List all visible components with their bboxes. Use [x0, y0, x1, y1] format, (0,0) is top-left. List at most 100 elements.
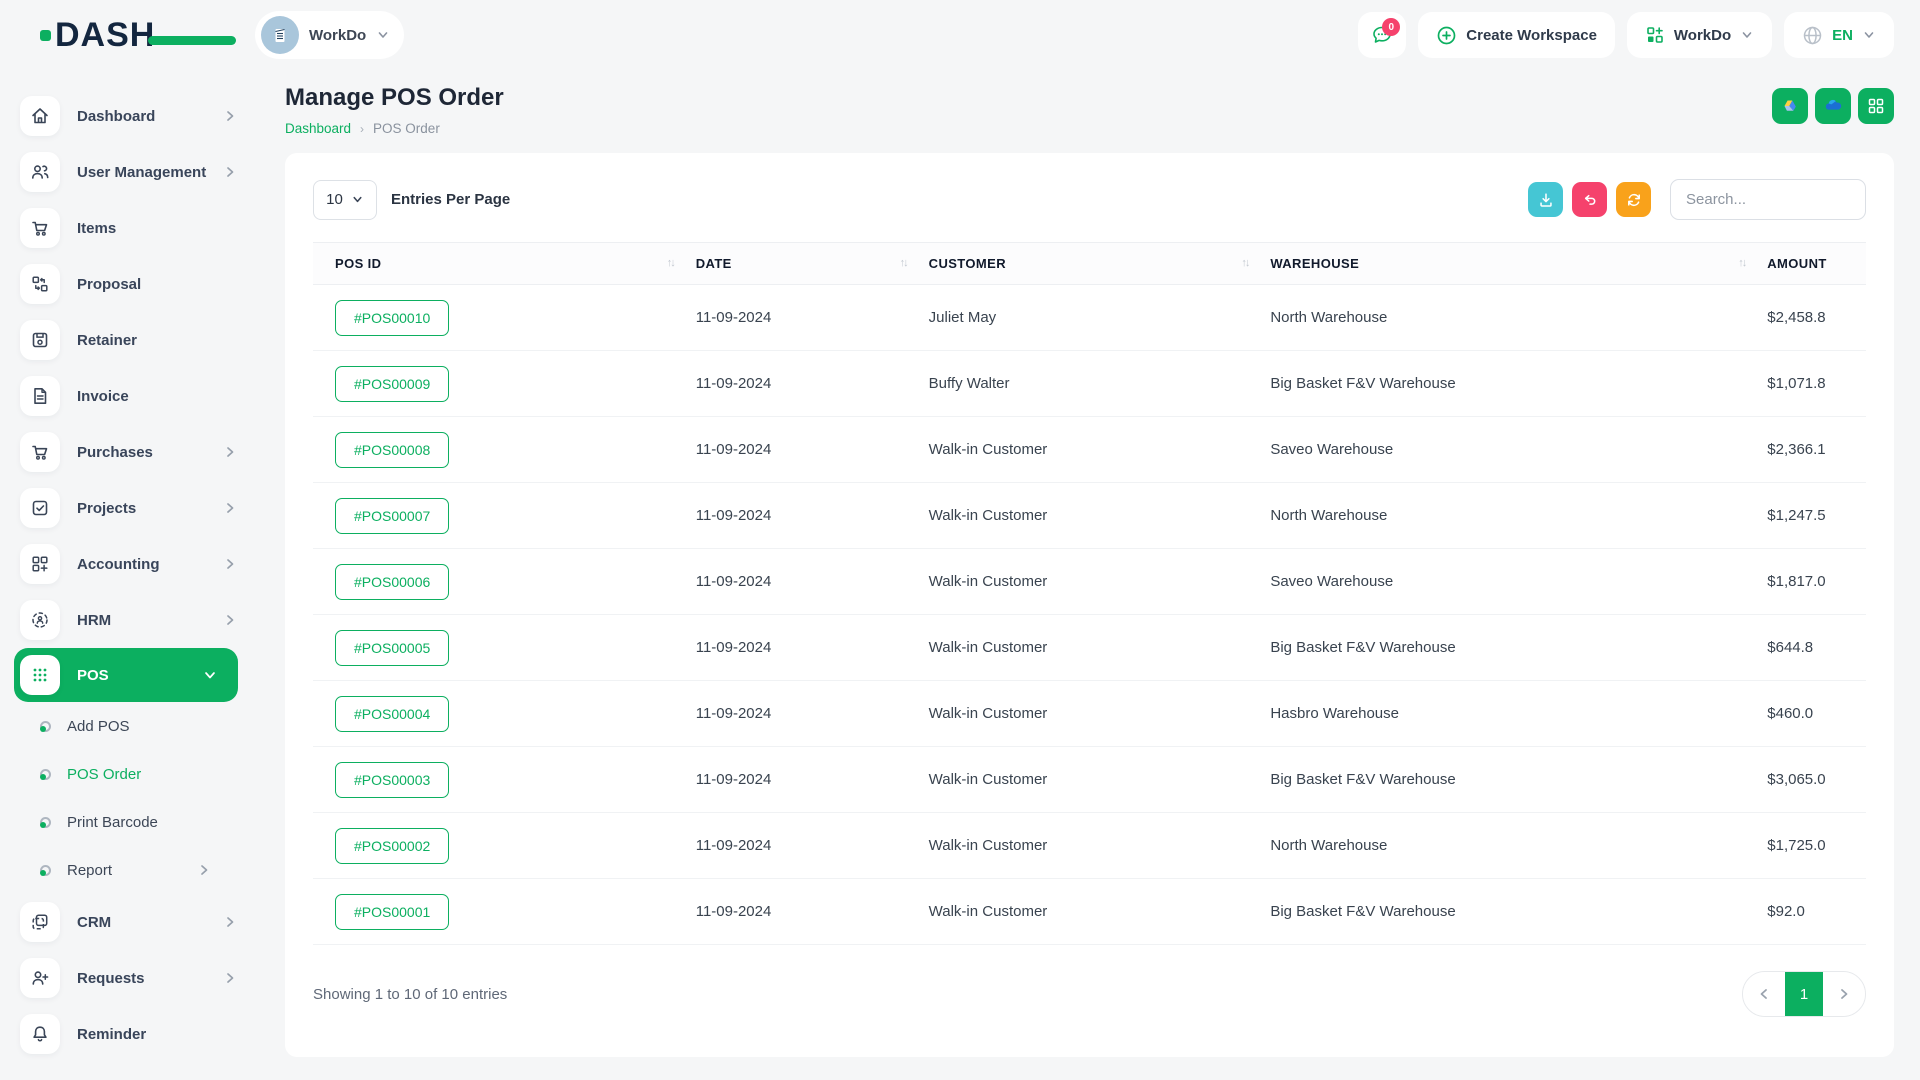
pos-id-badge[interactable]: #POS00001 — [335, 894, 449, 930]
pos-id-badge[interactable]: #POS00004 — [335, 696, 449, 732]
cell-date: 11-09-2024 — [686, 681, 919, 747]
google-drive-icon — [1780, 96, 1800, 116]
invoice-icon — [30, 386, 50, 406]
sidebar-item-invoice[interactable]: Invoice — [0, 368, 258, 424]
workspace-dropdown[interactable]: WorkDo — [1627, 12, 1772, 58]
next-page-button[interactable] — [1823, 972, 1865, 1016]
table-row[interactable]: #POS00004 11-09-2024 Walk-in Customer Ha… — [313, 681, 1866, 747]
building-icon — [270, 25, 290, 45]
logo-dot — [40, 30, 51, 41]
undo-icon — [1581, 191, 1599, 209]
pos-id-badge[interactable]: #POS00002 — [335, 828, 449, 864]
column-header-amount[interactable]: AMOUNT — [1757, 243, 1866, 285]
sidebar-item-reminder[interactable]: Reminder — [0, 1006, 258, 1062]
breadcrumb-separator: › — [360, 122, 364, 136]
grid-view-button[interactable] — [1858, 88, 1894, 124]
pos-id-badge[interactable]: #POS00005 — [335, 630, 449, 666]
pos-id-badge[interactable]: #POS00003 — [335, 762, 449, 798]
sidebar-item-crm[interactable]: CRM — [0, 894, 258, 950]
sidebar-item-retainer[interactable]: Retainer — [0, 312, 258, 368]
cell-customer: Walk-in Customer — [919, 483, 1261, 549]
page-title: Manage POS Order — [285, 84, 504, 112]
dashed-circle-icon — [30, 610, 50, 630]
column-header-date[interactable]: DATE ↑↓ — [686, 243, 919, 285]
cell-warehouse: Big Basket F&V Warehouse — [1260, 615, 1757, 681]
dots-grid-icon — [30, 665, 50, 685]
pos-id-badge[interactable]: #POS00008 — [335, 432, 449, 468]
download-icon — [1537, 191, 1555, 209]
table-row[interactable]: #POS00005 11-09-2024 Walk-in Customer Bi… — [313, 615, 1866, 681]
cell-date: 11-09-2024 — [686, 417, 919, 483]
showing-entries-text: Showing 1 to 10 of 10 entries — [313, 986, 507, 1003]
app-logo[interactable]: DASH — [40, 18, 255, 52]
sidebar-item-user-management[interactable]: User Management — [0, 144, 258, 200]
user-plus-icon — [30, 968, 50, 988]
cell-warehouse: Hasbro Warehouse — [1260, 681, 1757, 747]
cell-amount: $2,458.8 — [1757, 285, 1866, 351]
table-row[interactable]: #POS00001 11-09-2024 Walk-in Customer Bi… — [313, 879, 1866, 945]
workspace-selector[interactable]: WorkDo — [255, 11, 404, 59]
cell-date: 11-09-2024 — [686, 879, 919, 945]
workspace-name: WorkDo — [309, 27, 366, 44]
column-header-warehouse[interactable]: WAREHOUSE ↑↓ — [1260, 243, 1757, 285]
sidebar-item-pos[interactable]: POS — [14, 648, 238, 702]
sidebar-item-requests[interactable]: Requests — [0, 950, 258, 1006]
page-number-active[interactable]: 1 — [1785, 972, 1823, 1016]
pos-id-badge[interactable]: #POS00009 — [335, 366, 449, 402]
bell-icon — [30, 1024, 50, 1044]
table-row[interactable]: #POS00010 11-09-2024 Juliet May North Wa… — [313, 285, 1866, 351]
chevron-down-icon — [351, 193, 364, 206]
table-row[interactable]: #POS00006 11-09-2024 Walk-in Customer Sa… — [313, 549, 1866, 615]
pos-id-badge[interactable]: #POS00006 — [335, 564, 449, 600]
search-input[interactable] — [1670, 179, 1866, 220]
sort-icon[interactable]: ↑↓ — [667, 257, 674, 269]
google-drive-button[interactable] — [1772, 88, 1808, 124]
entries-per-page-label: Entries Per Page — [391, 191, 510, 208]
create-workspace-button[interactable]: Create Workspace — [1418, 12, 1615, 58]
sidebar-item-dashboard[interactable]: Dashboard — [0, 88, 258, 144]
sidebar-item-purchases[interactable]: Purchases — [0, 424, 258, 480]
sidebar-subitem-pos-order[interactable]: POS Order — [0, 750, 258, 798]
onedrive-button[interactable] — [1815, 88, 1851, 124]
table-row[interactable]: #POS00002 11-09-2024 Walk-in Customer No… — [313, 813, 1866, 879]
previous-page-button[interactable] — [1743, 972, 1785, 1016]
grid-icon — [1867, 97, 1885, 115]
chevron-down-icon — [1740, 28, 1754, 42]
sidebar-item-accounting[interactable]: Accounting — [0, 536, 258, 592]
topbar: DASH WorkDo 0 — [0, 0, 1920, 70]
sidebar-subitem-report[interactable]: Report — [0, 846, 258, 894]
breadcrumb-dashboard-link[interactable]: Dashboard — [285, 121, 351, 136]
table-row[interactable]: #POS00009 11-09-2024 Buffy Walter Big Ba… — [313, 351, 1866, 417]
chevron-right-icon — [222, 164, 238, 180]
cell-customer: Walk-in Customer — [919, 813, 1261, 879]
sort-icon[interactable]: ↑↓ — [1738, 257, 1745, 269]
table-row[interactable]: #POS00003 11-09-2024 Walk-in Customer Bi… — [313, 747, 1866, 813]
sidebar-item-items[interactable]: Items — [0, 200, 258, 256]
pos-id-badge[interactable]: #POS00010 — [335, 300, 449, 336]
sidebar-subitem-add-pos[interactable]: Add POS — [0, 702, 258, 750]
chevron-right-icon — [222, 970, 238, 986]
reset-undo-button[interactable] — [1572, 182, 1607, 217]
column-header-pos-id[interactable]: POS ID ↑↓ — [313, 243, 686, 285]
sidebar-subitem-print-barcode[interactable]: Print Barcode — [0, 798, 258, 846]
language-selector[interactable]: EN — [1784, 12, 1894, 58]
sidebar-item-hrm[interactable]: HRM — [0, 592, 258, 648]
sort-icon[interactable]: ↑↓ — [1241, 257, 1248, 269]
breadcrumb: Dashboard › POS Order — [285, 121, 504, 136]
column-header-customer[interactable]: CUSTOMER ↑↓ — [919, 243, 1261, 285]
export-download-button[interactable] — [1528, 182, 1563, 217]
messages-button[interactable]: 0 — [1358, 12, 1406, 58]
cell-amount: $1,817.0 — [1757, 549, 1866, 615]
chevron-down-icon — [376, 28, 390, 42]
entries-per-page-select[interactable]: 10 — [313, 180, 377, 220]
table-row[interactable]: #POS00007 11-09-2024 Walk-in Customer No… — [313, 483, 1866, 549]
refresh-icon — [1625, 191, 1643, 209]
pos-order-card: 10 Entries Per Page — [285, 153, 1894, 1057]
create-workspace-label: Create Workspace — [1466, 27, 1597, 44]
sidebar-item-proposal[interactable]: Proposal — [0, 256, 258, 312]
table-row[interactable]: #POS00008 11-09-2024 Walk-in Customer Sa… — [313, 417, 1866, 483]
sort-icon[interactable]: ↑↓ — [900, 257, 907, 269]
sidebar-item-projects[interactable]: Projects — [0, 480, 258, 536]
refresh-button[interactable] — [1616, 182, 1651, 217]
pos-id-badge[interactable]: #POS00007 — [335, 498, 449, 534]
